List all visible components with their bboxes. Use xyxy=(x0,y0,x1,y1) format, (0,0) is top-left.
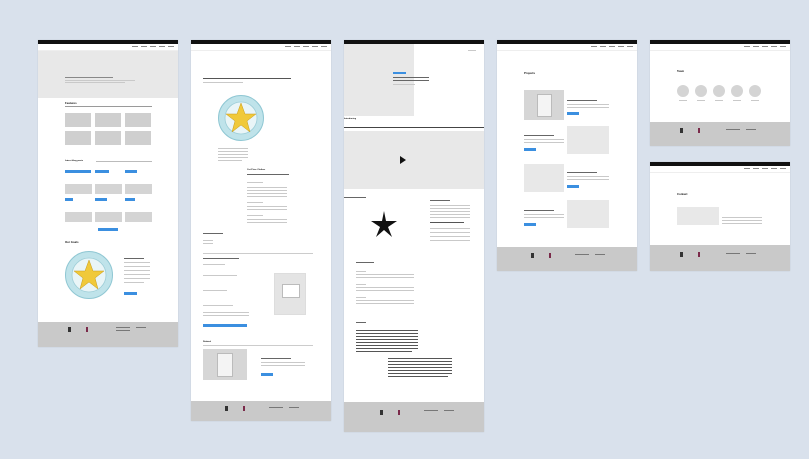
avatar[interactable] xyxy=(731,85,743,97)
read-button[interactable] xyxy=(524,223,536,226)
site-header xyxy=(650,44,790,51)
blog-tag[interactable] xyxy=(95,198,107,201)
starfish-icon xyxy=(371,211,397,237)
blog-heading: Projects xyxy=(524,71,536,75)
blog-card[interactable] xyxy=(125,184,152,194)
main-nav[interactable] xyxy=(744,46,786,47)
frame-home: Features Latest blog posts Our Goals xyxy=(38,40,178,347)
about-heading: Our Goals xyxy=(65,240,79,244)
blog-card[interactable] xyxy=(95,212,122,222)
play-icon[interactable] xyxy=(400,156,406,164)
site-header xyxy=(38,44,178,51)
star-icon xyxy=(224,101,258,135)
frame-contact: Contact xyxy=(650,162,790,271)
site-footer xyxy=(650,245,790,271)
features-heading: Features xyxy=(65,101,77,105)
read-button[interactable] xyxy=(261,373,273,376)
feature-tile xyxy=(95,131,121,145)
feature-tile xyxy=(65,131,91,145)
callout-title: Cut Price Clothes xyxy=(247,169,266,171)
hero-block xyxy=(38,51,178,98)
frame-video: Introducing xyxy=(344,40,484,432)
more-posts-button[interactable] xyxy=(98,228,118,231)
contact-map xyxy=(677,207,719,225)
blog-card[interactable] xyxy=(95,184,122,194)
blog-tag[interactable] xyxy=(125,170,137,173)
frame-article: Cut Price Clothes Related xyxy=(191,40,331,421)
main-nav[interactable] xyxy=(285,46,327,47)
site-header xyxy=(650,166,790,173)
canvas: { "canvas": {"background": "#d9e1ec"}, "… xyxy=(0,0,809,459)
site-footer xyxy=(191,401,331,421)
post-image xyxy=(524,164,564,192)
site-footer xyxy=(38,322,178,347)
post-image xyxy=(524,90,564,120)
feature-tile xyxy=(95,113,121,127)
learn-more-button[interactable] xyxy=(124,292,137,295)
blog-tag[interactable] xyxy=(95,170,109,173)
blog-tag[interactable] xyxy=(125,198,135,201)
read-button[interactable] xyxy=(567,112,579,115)
goals-illustration xyxy=(65,251,113,299)
site-header xyxy=(497,44,637,51)
contact-heading: Contact xyxy=(677,192,688,196)
main-nav[interactable] xyxy=(132,46,174,47)
blog-tag[interactable] xyxy=(65,198,73,201)
latest-heading: Latest blog posts xyxy=(65,160,84,162)
submit-button[interactable] xyxy=(203,324,247,327)
feature-tile xyxy=(65,113,91,127)
avatar[interactable] xyxy=(677,85,689,97)
feature-tile xyxy=(125,131,151,145)
post-image xyxy=(567,200,609,228)
blog-tag[interactable] xyxy=(65,170,91,173)
star-icon xyxy=(71,257,107,293)
frame-team: Team xyxy=(650,40,790,146)
intro-label: Introducing xyxy=(344,118,357,120)
blog-card[interactable] xyxy=(125,212,152,222)
site-footer xyxy=(344,402,484,432)
related-heading: Related xyxy=(203,341,211,343)
read-button[interactable] xyxy=(524,148,536,151)
related-image xyxy=(203,349,247,380)
main-nav[interactable] xyxy=(591,46,633,47)
blog-card[interactable] xyxy=(65,212,92,222)
main-nav[interactable] xyxy=(744,168,786,169)
site-footer xyxy=(650,122,790,146)
video-player[interactable] xyxy=(344,131,484,189)
team-heading: Team xyxy=(677,69,685,73)
site-header xyxy=(191,44,331,51)
post-image xyxy=(567,126,609,154)
avatar[interactable] xyxy=(713,85,725,97)
feature-tile xyxy=(125,113,151,127)
blog-card[interactable] xyxy=(65,184,92,194)
site-footer xyxy=(497,247,637,271)
read-button[interactable] xyxy=(567,185,579,188)
star-mark xyxy=(370,210,398,238)
avatar[interactable] xyxy=(695,85,707,97)
article-illustration xyxy=(218,95,264,141)
avatar[interactable] xyxy=(749,85,761,97)
intro-tag[interactable] xyxy=(393,72,406,74)
frame-blog: Projects xyxy=(497,40,637,271)
document-preview xyxy=(274,273,306,315)
